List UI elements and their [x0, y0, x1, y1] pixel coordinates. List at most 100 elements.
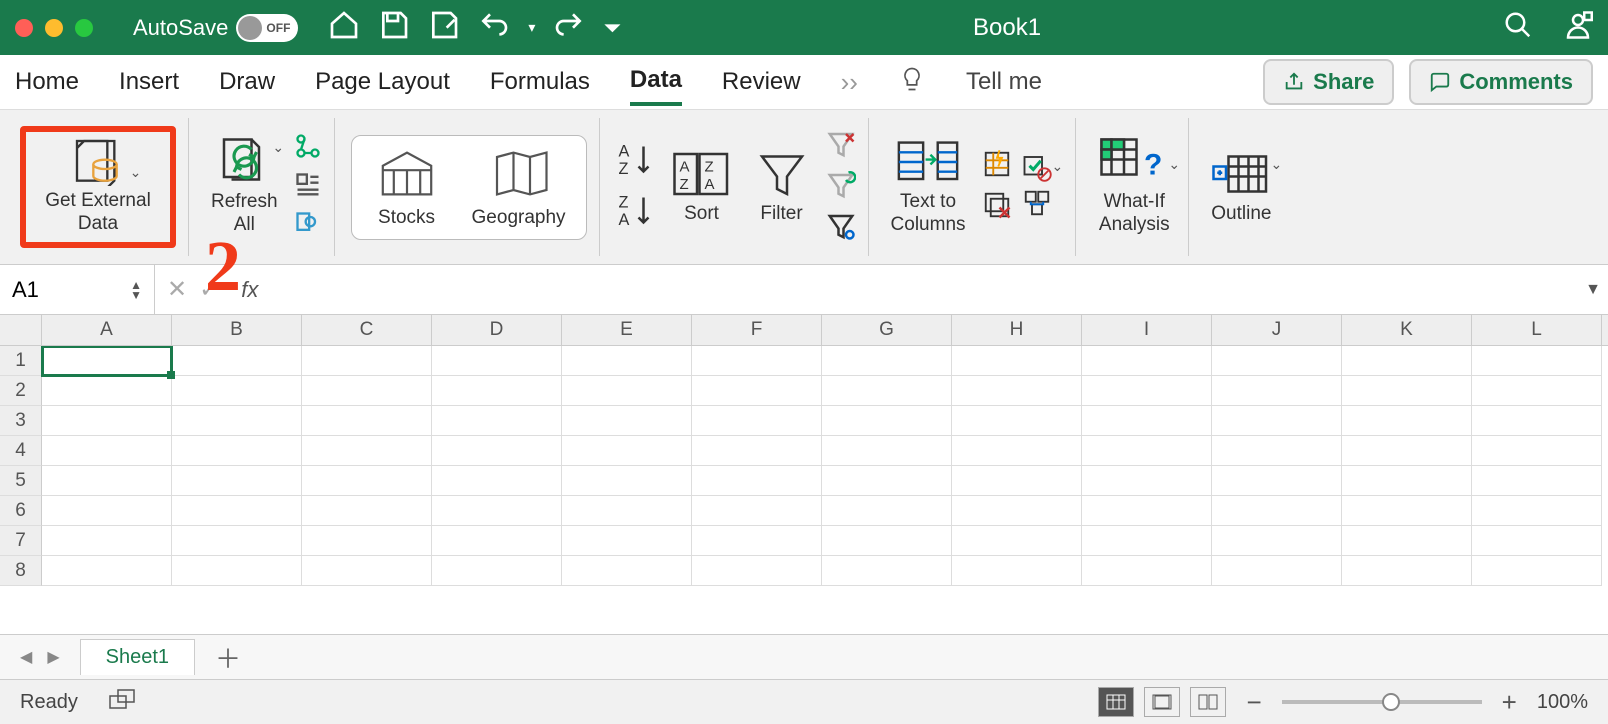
text-to-columns-button[interactable]: Text to Columns [885, 133, 972, 241]
cell[interactable] [1212, 526, 1342, 556]
cell[interactable] [822, 556, 952, 586]
col-header-A[interactable]: A [42, 315, 172, 345]
name-box-spinner[interactable]: ▲▼ [130, 280, 142, 300]
sheet-prev-icon[interactable]: ◀ [20, 647, 32, 667]
cell[interactable] [172, 526, 302, 556]
stocks-type[interactable]: Stocks [372, 146, 442, 229]
cell[interactable] [952, 496, 1082, 526]
cell[interactable] [1082, 556, 1212, 586]
reapply-filter-icon[interactable] [826, 170, 856, 205]
cell[interactable] [822, 466, 952, 496]
sheet-tab-sheet1[interactable]: Sheet1 [80, 639, 195, 675]
page-break-view-button[interactable] [1190, 687, 1226, 717]
cell[interactable] [172, 556, 302, 586]
select-all-corner[interactable] [0, 315, 42, 345]
close-window-button[interactable] [15, 19, 33, 37]
cell[interactable] [1472, 436, 1602, 466]
cell[interactable] [1082, 466, 1212, 496]
cell[interactable] [172, 436, 302, 466]
consolidate-icon[interactable] [1022, 188, 1064, 223]
cancel-icon[interactable]: ✕ [167, 275, 187, 304]
cell[interactable] [1082, 496, 1212, 526]
row-header-1[interactable]: 1 [0, 346, 42, 376]
zoom-slider[interactable] [1282, 700, 1482, 704]
normal-view-button[interactable] [1098, 687, 1134, 717]
cell[interactable] [562, 346, 692, 376]
cell[interactable] [562, 436, 692, 466]
row-header-3[interactable]: 3 [0, 406, 42, 436]
cell[interactable] [562, 466, 692, 496]
cell[interactable] [42, 556, 172, 586]
cell[interactable] [1212, 466, 1342, 496]
flash-fill-icon[interactable] [982, 149, 1012, 184]
zoom-level[interactable]: 100% [1537, 691, 1588, 714]
cell[interactable] [1082, 346, 1212, 376]
cell[interactable] [562, 556, 692, 586]
data-types-gallery[interactable]: Stocks Geography [351, 135, 587, 240]
cell[interactable] [302, 526, 432, 556]
cell-A1[interactable] [42, 346, 172, 376]
cell[interactable] [1212, 436, 1342, 466]
cell[interactable] [562, 526, 692, 556]
col-header-L[interactable]: L [1472, 315, 1602, 345]
edit-links-icon[interactable] [294, 210, 322, 243]
cell[interactable] [172, 346, 302, 376]
cell[interactable] [1472, 556, 1602, 586]
cell[interactable] [952, 436, 1082, 466]
cell[interactable] [1472, 526, 1602, 556]
cell[interactable] [822, 346, 952, 376]
col-header-J[interactable]: J [1212, 315, 1342, 345]
cell[interactable] [42, 466, 172, 496]
cell[interactable] [692, 406, 822, 436]
properties-icon[interactable] [294, 171, 322, 204]
cell[interactable] [822, 406, 952, 436]
cell[interactable] [1472, 376, 1602, 406]
cell[interactable] [432, 406, 562, 436]
zoom-in-button[interactable]: + [1502, 687, 1517, 718]
cell[interactable] [1212, 346, 1342, 376]
maximize-window-button[interactable] [75, 19, 93, 37]
cell[interactable] [42, 436, 172, 466]
get-external-data-button[interactable]: ⌄ Get External Data [28, 134, 168, 240]
cell[interactable] [822, 496, 952, 526]
tab-data[interactable]: Data [630, 58, 682, 106]
row-header-4[interactable]: 4 [0, 436, 42, 466]
col-header-B[interactable]: B [172, 315, 302, 345]
sheet-next-icon[interactable]: ▶ [47, 647, 59, 667]
account-icon[interactable] [1563, 10, 1593, 45]
cell[interactable] [42, 376, 172, 406]
cell[interactable] [952, 346, 1082, 376]
cell[interactable] [692, 376, 822, 406]
row-header-2[interactable]: 2 [0, 376, 42, 406]
cell[interactable] [562, 496, 692, 526]
tab-home[interactable]: Home [15, 60, 79, 104]
cell[interactable] [1342, 556, 1472, 586]
cell[interactable] [1472, 406, 1602, 436]
cell[interactable] [432, 556, 562, 586]
row-header-7[interactable]: 7 [0, 526, 42, 556]
save-as-icon[interactable] [428, 9, 460, 46]
cell[interactable] [42, 406, 172, 436]
undo-icon[interactable] [478, 9, 510, 46]
data-validation-icon[interactable]: ⌄ [1022, 152, 1064, 182]
geography-type[interactable]: Geography [472, 146, 566, 229]
more-tabs-icon[interactable]: ›› [841, 67, 858, 98]
col-header-D[interactable]: D [432, 315, 562, 345]
cell[interactable] [172, 376, 302, 406]
cell[interactable] [692, 556, 822, 586]
sort-ascending-button[interactable]: AZ [616, 139, 656, 184]
cell[interactable] [562, 406, 692, 436]
cell[interactable] [172, 496, 302, 526]
cell[interactable] [822, 376, 952, 406]
cell[interactable] [1342, 346, 1472, 376]
add-sheet-button[interactable]: ＋ [215, 639, 241, 676]
cell[interactable] [42, 496, 172, 526]
cell[interactable] [1472, 496, 1602, 526]
tell-me-search[interactable]: Tell me [966, 68, 1042, 96]
cell[interactable] [172, 466, 302, 496]
cell[interactable] [1342, 436, 1472, 466]
comments-button[interactable]: Comments [1409, 59, 1593, 105]
tab-insert[interactable]: Insert [119, 60, 179, 104]
tab-formulas[interactable]: Formulas [490, 60, 590, 104]
lightbulb-icon[interactable] [898, 65, 926, 100]
